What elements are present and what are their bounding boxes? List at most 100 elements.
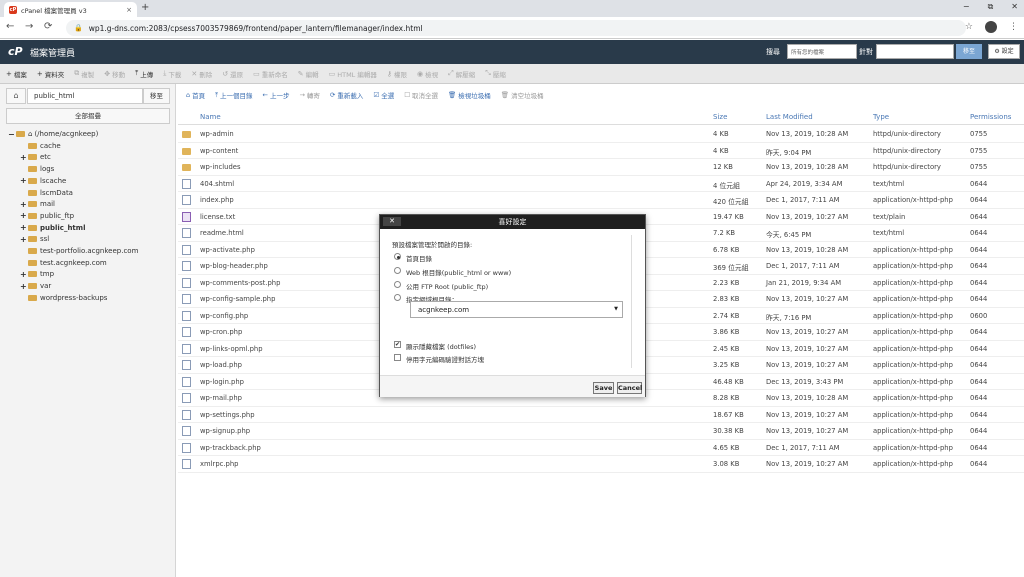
toolbar-button-11[interactable]: ⚷ 權限 bbox=[387, 69, 407, 79]
radio-domain-root[interactable] bbox=[394, 294, 401, 301]
table-row[interactable]: wp-admin 4 KB Nov 13, 2019, 10:28 AM httpd/… bbox=[178, 126, 1024, 143]
cpanel-logo[interactable]: cP bbox=[8, 45, 23, 58]
nav-button-3[interactable]: → 轉寄 bbox=[299, 90, 319, 100]
search-go-button[interactable]: 移至 bbox=[956, 44, 982, 59]
tree-item[interactable]: − ⌂ (/home/acgnkeep) bbox=[8, 128, 98, 140]
radio-ftp-root[interactable] bbox=[394, 281, 401, 288]
column-size[interactable]: Size bbox=[713, 113, 727, 121]
tree-item[interactable]: + mail bbox=[20, 198, 55, 210]
browser-tab[interactable]: cP cPanel 檔案管理員 v3 × bbox=[4, 2, 137, 17]
tree-item[interactable]: + var bbox=[20, 280, 51, 292]
toolbar-label-1: 資料夾 bbox=[44, 70, 65, 79]
table-row[interactable]: wp-content 4 KB 昨天, 9:04 PM httpd/unix-dire… bbox=[178, 143, 1024, 159]
settings-button[interactable]: ⚙ 設定 bbox=[988, 44, 1020, 59]
toolbar-button-13[interactable]: ⤢ 解壓縮 bbox=[448, 69, 475, 79]
tree-item[interactable]: cache bbox=[20, 140, 61, 152]
tree-item[interactable]: + etc bbox=[20, 151, 51, 163]
new-tab-button[interactable]: + bbox=[141, 2, 149, 13]
toolbar-button-10[interactable]: ▭ HTML 編輯器 bbox=[329, 69, 377, 79]
tree-item[interactable]: + tmp bbox=[20, 268, 54, 280]
cell-perms: 0644 bbox=[970, 229, 988, 237]
table-row[interactable]: 404.shtml 4 位元組 Apr 24, 2019, 3:34 AM text/… bbox=[178, 176, 1024, 192]
tree-toggle-icon[interactable]: + bbox=[20, 282, 28, 291]
path-go-button[interactable]: 移至 bbox=[143, 88, 170, 104]
table-row[interactable]: wp-signup.php 30.38 KB Nov 13, 2019, 10:27… bbox=[178, 423, 1024, 440]
tree-toggle-icon[interactable]: + bbox=[20, 235, 28, 244]
column-name[interactable]: Name bbox=[200, 113, 221, 121]
tree-toggle-icon[interactable]: − bbox=[8, 130, 16, 139]
tree-item-label: lscmData bbox=[40, 188, 73, 197]
cancel-button[interactable]: Cancel bbox=[617, 382, 642, 394]
tree-item[interactable]: test-portfolio.acgnkeep.com bbox=[20, 245, 138, 257]
nav-button-1[interactable]: ⤒ 上一個目錄 bbox=[215, 90, 252, 101]
toolbar-button-2[interactable]: ⧉ 複製 bbox=[74, 69, 94, 79]
nav-button-6[interactable]: ☐ 取消全選 bbox=[404, 90, 438, 100]
maximize-icon[interactable]: ⧉ bbox=[988, 2, 994, 12]
tree-toggle-icon[interactable]: + bbox=[20, 223, 28, 232]
toolbar-button-8[interactable]: ▭ 重新命名 bbox=[253, 69, 288, 79]
nav-button-8[interactable]: 🗑 清空垃圾桶 bbox=[501, 90, 544, 100]
disable-encoding-checkbox[interactable] bbox=[394, 354, 401, 361]
reload-icon[interactable]: ⟳ bbox=[44, 21, 52, 32]
home-icon[interactable]: ⌂ bbox=[6, 88, 26, 104]
tree-toggle-icon[interactable]: + bbox=[20, 200, 28, 209]
table-row[interactable]: index.php 420 位元組 Dec 1, 2017, 7:11 AM appl… bbox=[178, 192, 1024, 209]
table-row[interactable]: wp-trackback.php 4.65 KB Dec 1, 2017, 7:11… bbox=[178, 440, 1024, 456]
cell-size: 4 KB bbox=[713, 146, 729, 155]
radio-home-dir[interactable] bbox=[394, 253, 401, 260]
tree-toggle-icon[interactable]: + bbox=[20, 176, 28, 185]
collapse-all-button[interactable]: 全部摺疊 bbox=[6, 108, 170, 124]
tab-title: cPanel 檔案管理員 v3 bbox=[21, 6, 87, 15]
nav-button-4[interactable]: ⟳ 重新載入 bbox=[330, 90, 363, 100]
show-hidden-checkbox[interactable]: ✔ bbox=[394, 341, 401, 348]
column-type[interactable]: Type bbox=[873, 113, 889, 121]
tree-toggle-icon[interactable]: + bbox=[20, 270, 28, 279]
path-input[interactable]: public_html bbox=[27, 88, 143, 104]
browser-menu-icon[interactable]: ⋮ bbox=[1009, 22, 1018, 32]
tree-item[interactable]: + lscache bbox=[20, 175, 66, 187]
minimize-icon[interactable]: − bbox=[963, 2, 970, 12]
toolbar-button-1[interactable]: + 資料夾 bbox=[37, 69, 64, 79]
tree-item[interactable]: + public_html bbox=[20, 222, 85, 234]
tree-item[interactable]: + public_ftp bbox=[20, 210, 74, 222]
tab-close-icon[interactable]: × bbox=[126, 6, 132, 14]
tree-toggle-icon[interactable]: + bbox=[20, 211, 28, 220]
toolbar-button-14[interactable]: ⤡ 壓縮 bbox=[485, 69, 506, 79]
address-bar[interactable]: 🔒 wp1.g-dns.com:2083/cpsess7003579869/fr… bbox=[66, 20, 966, 36]
toolbar-button-0[interactable]: + 檔案 bbox=[6, 69, 27, 79]
column-last-modified[interactable]: Last Modified bbox=[766, 113, 813, 121]
tree-item[interactable]: lscmData bbox=[20, 187, 73, 199]
search-scope-select[interactable]: 所有您的檔案 bbox=[787, 44, 857, 59]
toolbar-button-3[interactable]: ✥ 移動 bbox=[104, 69, 125, 79]
toolbar-button-9[interactable]: ✎ 編輯 bbox=[298, 69, 319, 79]
toolbar-button-5[interactable]: ⤓ 下載 bbox=[163, 69, 181, 79]
nav-button-0[interactable]: ⌂ 首頁 bbox=[186, 90, 205, 100]
toolbar-button-4[interactable]: ⤒ 上傳 bbox=[135, 69, 153, 79]
toolbar-button-6[interactable]: ✕ 刪除 bbox=[191, 69, 212, 79]
search-input[interactable] bbox=[876, 44, 954, 59]
close-window-icon[interactable]: ✕ bbox=[1011, 2, 1018, 12]
table-row[interactable]: wp-settings.php 18.67 KB Nov 13, 2019, 10:… bbox=[178, 407, 1024, 423]
tree-item[interactable]: + ssl bbox=[20, 233, 49, 245]
tree-item[interactable]: test.acgnkeep.com bbox=[20, 257, 107, 269]
radio-web-root[interactable] bbox=[394, 267, 401, 274]
column-permissions[interactable]: Permissions bbox=[970, 113, 1011, 121]
toolbar-button-12[interactable]: ◉ 檢視 bbox=[417, 69, 438, 79]
tree-item[interactable]: wordpress-backups bbox=[20, 292, 107, 304]
forward-icon[interactable]: → bbox=[25, 21, 33, 32]
table-row[interactable]: xmlrpc.php 3.08 KB Nov 13, 2019, 10:27 AM a… bbox=[178, 456, 1024, 473]
toolbar-button-7[interactable]: ↺ 還原 bbox=[222, 69, 243, 79]
profile-avatar[interactable] bbox=[985, 21, 997, 33]
bookmark-star-icon[interactable]: ☆ bbox=[965, 22, 973, 32]
table-row[interactable]: wp-includes 12 KB Nov 13, 2019, 10:28 AM ht… bbox=[178, 159, 1024, 176]
tree-toggle-icon[interactable]: + bbox=[20, 153, 28, 162]
nav-button-2[interactable]: ← 上一步 bbox=[263, 90, 290, 100]
dialog-close-icon[interactable]: ✕ bbox=[383, 217, 401, 226]
domain-select[interactable]: acgnkeep.com ▼ bbox=[410, 301, 623, 318]
tree-item[interactable]: logs bbox=[20, 163, 54, 175]
nav-button-5[interactable]: ☑ 全選 bbox=[373, 90, 394, 100]
save-button[interactable]: Save bbox=[593, 382, 614, 394]
back-icon[interactable]: ← bbox=[6, 21, 14, 32]
nav-button-7[interactable]: 🗑 檢視垃圾桶 bbox=[448, 90, 491, 100]
cell-name: readme.html bbox=[200, 229, 244, 237]
